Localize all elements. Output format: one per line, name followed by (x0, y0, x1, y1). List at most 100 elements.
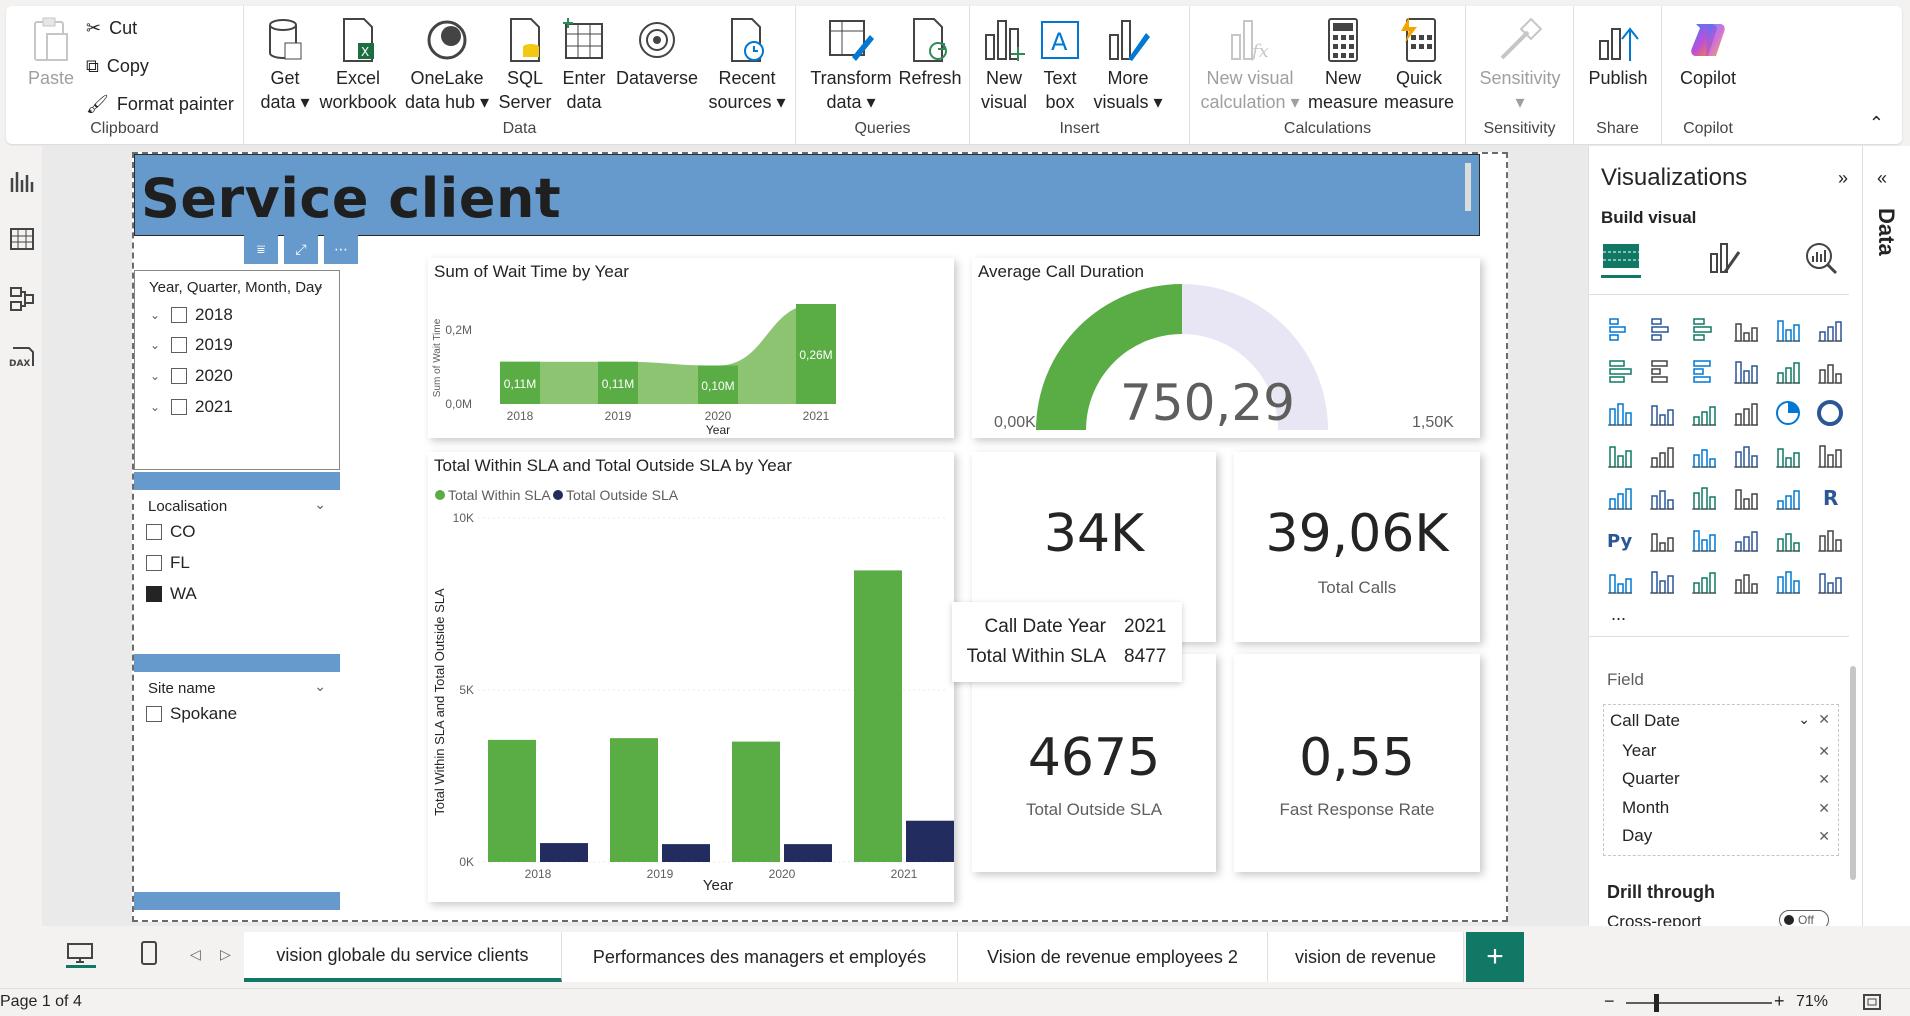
field-well[interactable]: Call Date ⌄ ✕ Year ✕ Quarter ✕ Month ✕ D… (1603, 704, 1839, 856)
table-icon[interactable] (1731, 482, 1761, 512)
chevron-down-icon[interactable]: ⌄ (314, 496, 326, 513)
wait-time-chart[interactable]: Sum of Wait Time by Year Sum of Wait Tim… (428, 258, 954, 438)
avg-call-duration-gauge[interactable]: Average Call Duration 750,29 0,00K 1,50K (972, 258, 1480, 438)
localisation-item[interactable]: CO (146, 522, 196, 542)
close-icon[interactable]: ✕ (1818, 800, 1830, 817)
recent-sources-button[interactable]: Recent sources ▾ (708, 14, 786, 114)
focus-mode-icon[interactable]: ⤢ (284, 234, 318, 264)
checkbox[interactable] (171, 337, 187, 353)
line-column-icon[interactable] (1773, 356, 1803, 386)
chevron-down-icon[interactable]: ⌄ (314, 678, 326, 695)
gauge-icon[interactable] (1773, 440, 1803, 470)
more-options-icon[interactable]: ⋯ (324, 234, 358, 264)
stacked-bar-icon[interactable] (1605, 314, 1635, 344)
checkbox[interactable] (171, 399, 187, 415)
pane-scrollbar[interactable] (1850, 666, 1856, 880)
expand-chevron-icon[interactable]: ⌄ (147, 338, 163, 352)
checkbox-checked[interactable] (146, 586, 162, 602)
enter-data-button[interactable]: Enter data (560, 14, 608, 114)
card-icon[interactable] (1815, 440, 1845, 470)
format-painter-button[interactable]: 🖌 Format painter (86, 94, 234, 115)
paste-button[interactable]: Paste (20, 14, 82, 90)
key-influencers-icon[interactable] (1647, 524, 1677, 554)
100-area-icon[interactable] (1731, 356, 1761, 386)
mobile-view-icon[interactable] (140, 940, 158, 971)
new-card-icon[interactable] (1647, 566, 1677, 596)
kpi-icon[interactable] (1647, 482, 1677, 512)
more-visuals-button[interactable]: More visuals ▾ (1088, 14, 1168, 114)
power-automate-icon[interactable] (1773, 566, 1803, 596)
waterfall-icon[interactable] (1647, 398, 1677, 428)
date-slicer-item[interactable]: ⌄ 2018 (147, 305, 233, 325)
zoom-slider-track[interactable] (1626, 1002, 1772, 1004)
narrative-icon[interactable] (1773, 524, 1803, 554)
sql-server-button[interactable]: SQL Server (499, 14, 552, 114)
next-page-icon[interactable]: ▷ (220, 946, 231, 963)
goals-icon[interactable] (1815, 524, 1845, 554)
format-visual-tab[interactable] (1707, 240, 1743, 281)
quick-measure-button[interactable]: Quick measure (1384, 14, 1454, 114)
scatter-icon[interactable] (1731, 398, 1761, 428)
localisation-item[interactable]: FL (146, 553, 190, 573)
filled-map-icon[interactable] (1689, 440, 1719, 470)
copilot-button[interactable]: Copilot (1670, 14, 1746, 90)
model-view-icon[interactable] (9, 286, 35, 312)
azure-map-icon[interactable] (1731, 440, 1761, 470)
bar-within-sla[interactable] (854, 570, 902, 862)
title-scrollbar[interactable] (1465, 163, 1471, 211)
line-clustered-icon[interactable] (1815, 356, 1845, 386)
area-chart-icon[interactable] (1647, 356, 1677, 386)
report-title-bar[interactable]: Service client (134, 154, 1480, 236)
power-automate-flow-icon[interactable] (1815, 566, 1845, 596)
cut-button[interactable]: ✂ Cut (86, 18, 137, 39)
get-data-button[interactable]: Get data ▾ (260, 14, 310, 114)
close-icon[interactable]: ✕ (1818, 771, 1830, 788)
page-tab-2[interactable]: Performances des managers et employés (562, 932, 958, 982)
zoom-out-button[interactable]: − (1604, 991, 1615, 1012)
transform-data-button[interactable]: Transform data ▾ (808, 14, 894, 114)
clustered-column-icon[interactable] (1731, 314, 1761, 344)
previous-page-icon[interactable]: ◁ (190, 946, 201, 963)
python-visual-icon[interactable]: Py (1605, 524, 1635, 554)
bar-outside-sla[interactable] (662, 844, 710, 862)
report-view-icon[interactable] (9, 168, 35, 194)
copy-button[interactable]: ⧉ Copy (86, 56, 149, 77)
new-slicer-icon[interactable] (1689, 566, 1719, 596)
funnel-icon[interactable] (1689, 398, 1719, 428)
checkbox[interactable] (146, 706, 162, 722)
date-slicer-item[interactable]: ⌄ 2020 (147, 366, 233, 386)
chevron-down-icon[interactable]: ⌄ (1798, 711, 1810, 728)
pie-icon[interactable] (1773, 398, 1803, 428)
bar-outside-sla[interactable] (540, 843, 588, 862)
close-icon[interactable]: ✕ (1818, 711, 1830, 728)
treemap-icon[interactable] (1605, 440, 1635, 470)
text-box-button[interactable]: A Text box (1036, 14, 1084, 114)
checkbox[interactable] (146, 555, 162, 571)
bar-within-sla[interactable] (610, 738, 658, 862)
stacked-column-icon[interactable] (1647, 314, 1677, 344)
clustered-bar-icon[interactable] (1689, 314, 1719, 344)
new-visual-button[interactable]: New visual (978, 14, 1030, 114)
new-visual-calculation-button[interactable]: fx New visual calculation ▾ (1198, 14, 1302, 114)
analytics-tab[interactable] (1803, 240, 1839, 281)
chevron-down-icon[interactable]: ⌄ (313, 277, 325, 294)
new-measure-button[interactable]: New measure (1308, 14, 1378, 114)
power-apps-icon[interactable] (1731, 566, 1761, 596)
localisation-item[interactable]: WA (146, 584, 197, 604)
dataverse-button[interactable]: Dataverse (616, 14, 698, 90)
map-icon[interactable] (1647, 440, 1677, 470)
checkbox[interactable] (146, 524, 162, 540)
site-item[interactable]: Spokane (146, 704, 237, 724)
bar-outside-sla[interactable] (784, 844, 832, 862)
expand-chevron-icon[interactable]: ⌄ (147, 400, 163, 414)
r-visual-icon[interactable]: R (1815, 482, 1845, 512)
fit-to-page-icon[interactable] (1862, 993, 1882, 1016)
bar-within-sla[interactable] (732, 741, 780, 862)
page-tab-1[interactable]: vision globale du service clients (244, 932, 562, 982)
filter-icon[interactable]: ⩸ (244, 234, 278, 264)
expand-pane-icon[interactable]: « (1877, 168, 1887, 189)
bar-within-sla[interactable] (488, 739, 536, 862)
multirow-card-icon[interactable] (1605, 482, 1635, 512)
expand-chevron-icon[interactable]: ⌄ (147, 308, 163, 322)
collapse-pane-icon[interactable]: » (1838, 168, 1848, 189)
